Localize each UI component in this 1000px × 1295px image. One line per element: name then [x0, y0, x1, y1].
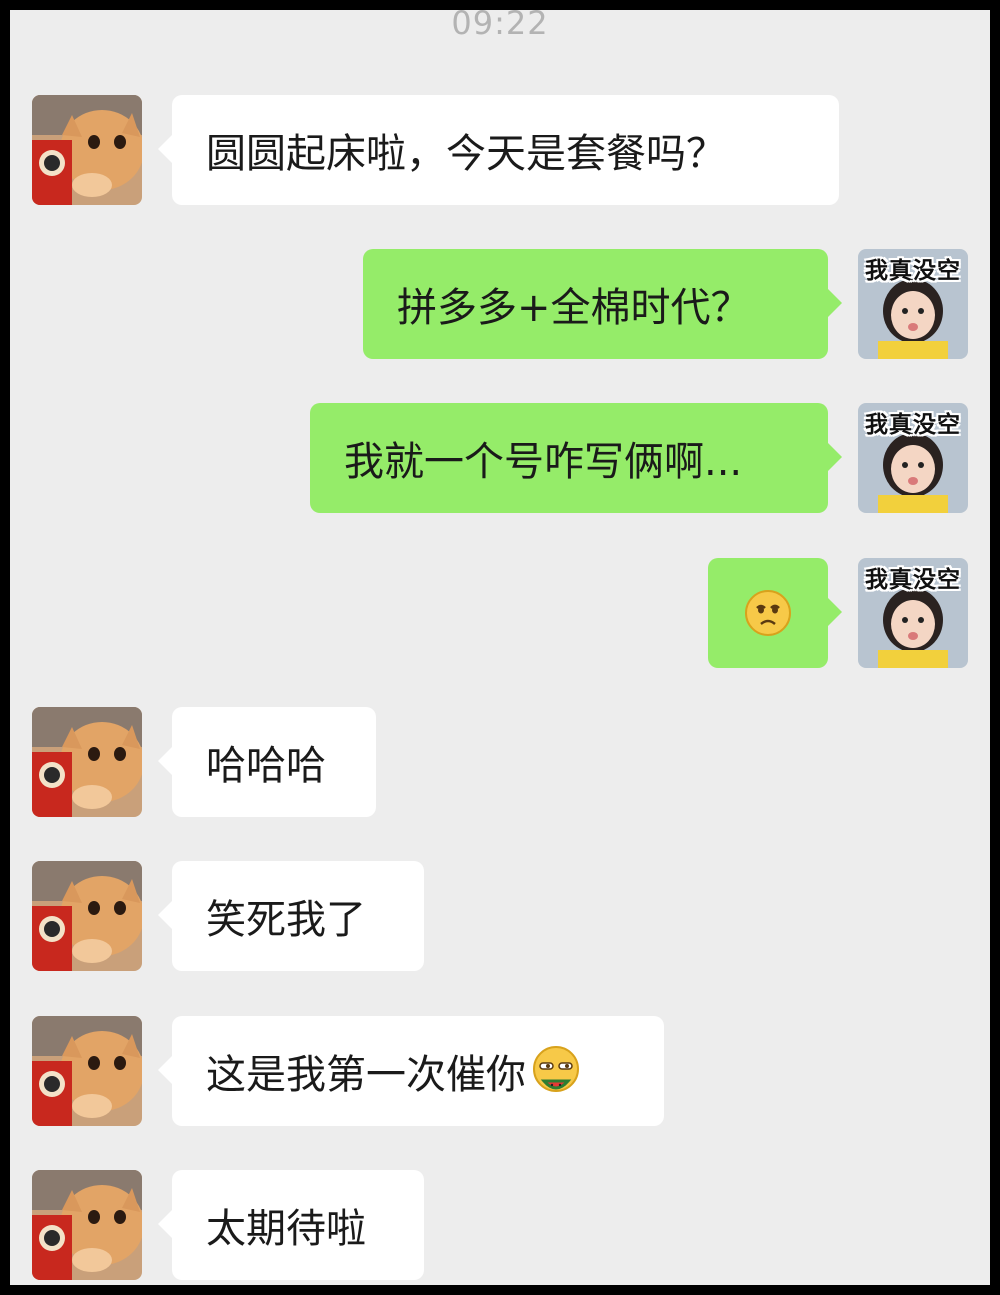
- avatar-caption: 我真没空: [865, 567, 961, 593]
- message-row: 这是我第一次催你: [32, 1016, 990, 1126]
- cat-avatar[interactable]: [32, 861, 142, 971]
- cat-avatar-icon: [32, 861, 142, 971]
- cat-avatar[interactable]: [32, 1016, 142, 1126]
- message-row: 我真没空 拼多多+全棉时代？: [10, 249, 968, 359]
- cat-avatar[interactable]: [32, 707, 142, 817]
- message-text: 拼多多+全棉时代？: [397, 285, 751, 331]
- time-label: 09:22: [451, 10, 549, 42]
- incoming-message-bubble[interactable]: 这是我第一次催你: [158, 1016, 664, 1126]
- avatar-caption: 我真没空: [865, 258, 961, 284]
- message-row: 我真没空: [10, 558, 968, 668]
- cat-avatar-icon: [32, 707, 142, 817]
- girl-avatar[interactable]: 我真没空: [858, 249, 968, 359]
- watermelon-eating-emoji-icon: [533, 1046, 579, 1092]
- message-row: 太期待啦: [32, 1170, 990, 1280]
- incoming-message-bubble[interactable]: 圆圆起床啦，今天是套餐吗？: [158, 95, 839, 205]
- cat-avatar-icon: [32, 1016, 142, 1126]
- message-text: 哈哈哈: [206, 743, 326, 789]
- outgoing-message-bubble[interactable]: 拼多多+全棉时代？: [363, 249, 842, 359]
- message-text: 笑死我了: [206, 897, 366, 943]
- incoming-message-bubble[interactable]: 太期待啦: [158, 1170, 424, 1280]
- message-row: 我真没空 我就一个号咋写俩啊...: [10, 403, 968, 513]
- message-text: 我就一个号咋写俩啊...: [344, 439, 743, 485]
- incoming-message-bubble[interactable]: 哈哈哈: [158, 707, 376, 817]
- girl-avatar[interactable]: 我真没空: [858, 558, 968, 668]
- message-row: 圆圆起床啦，今天是套餐吗？: [32, 95, 990, 205]
- outgoing-message-bubble[interactable]: [708, 558, 842, 668]
- girl-avatar[interactable]: 我真没空: [858, 403, 968, 513]
- cat-avatar[interactable]: [32, 1170, 142, 1280]
- message-text: 圆圆起床啦，今天是套餐吗？: [206, 131, 726, 177]
- cat-avatar-icon: [32, 95, 142, 205]
- message-row: 笑死我了: [32, 861, 990, 971]
- chat-screen: 09:22 圆圆起床啦，今天是套餐吗？ 我真没空 拼多多+全棉时代？ 我真没空 …: [10, 10, 990, 1285]
- cat-avatar-icon: [32, 1170, 142, 1280]
- cat-avatar[interactable]: [32, 95, 142, 205]
- message-text: 太期待啦: [206, 1206, 366, 1252]
- message-text: 这是我第一次催你: [206, 1052, 526, 1098]
- incoming-message-bubble[interactable]: 笑死我了: [158, 861, 424, 971]
- outgoing-message-bubble[interactable]: 我就一个号咋写俩啊...: [310, 403, 842, 513]
- message-row: 哈哈哈: [32, 707, 990, 817]
- sad-face-emoji-icon: [745, 590, 791, 636]
- avatar-caption: 我真没空: [865, 412, 961, 438]
